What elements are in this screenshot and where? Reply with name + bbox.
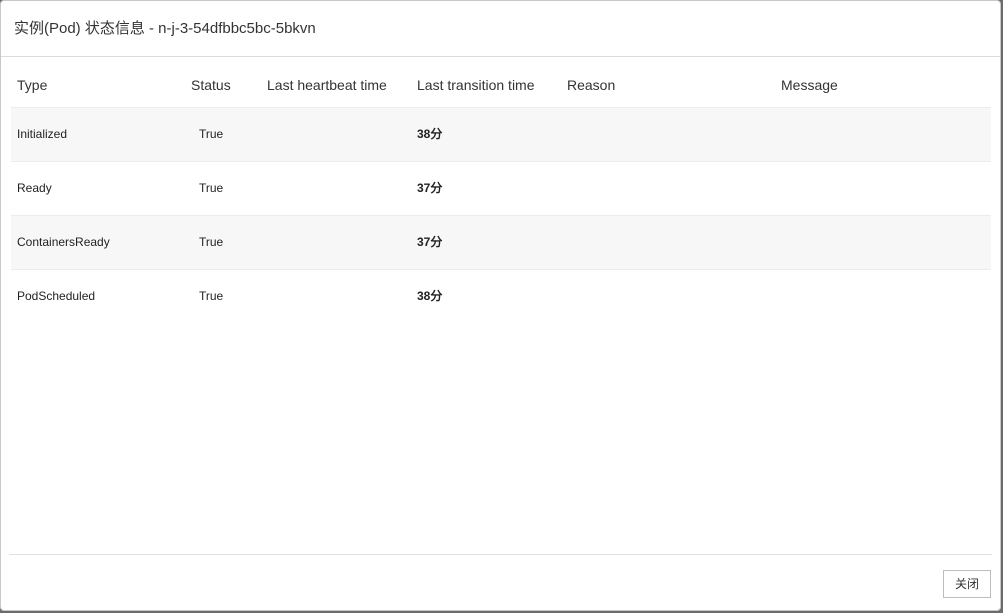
cell-status: True [199, 289, 224, 303]
cell-last-transition: 38分 [417, 289, 443, 303]
cell-type: Initialized [17, 127, 68, 141]
cell-last-transition: 38分 [417, 127, 443, 141]
table-row: PodScheduled True 38分 [11, 270, 991, 323]
dialog-footer: 关闭 [9, 554, 992, 612]
table-row: Ready True 37分 [11, 162, 991, 216]
cell-last-transition: 37分 [417, 235, 443, 249]
conditions-table: Type Status Last heartbeat time Last tra… [11, 57, 991, 323]
table-row: Initialized True 38分 [11, 108, 991, 162]
table-row: ContainersReady True 37分 [11, 216, 991, 270]
column-header-status: Status [191, 77, 231, 93]
close-button[interactable]: 关闭 [943, 570, 991, 598]
cell-last-transition: 37分 [417, 181, 443, 195]
cell-type: Ready [17, 181, 52, 195]
column-header-last-heartbeat: Last heartbeat time [267, 77, 387, 93]
cell-type: ContainersReady [17, 235, 110, 249]
column-header-last-transition: Last transition time [417, 77, 535, 93]
cell-status: True [199, 127, 224, 141]
cell-type: PodScheduled [17, 289, 96, 303]
dialog-title: 实例(Pod) 状态信息 - n-j-3-54dfbbc5bc-5bkvn [14, 20, 316, 37]
cell-status: True [199, 181, 224, 195]
table-header-row: Type Status Last heartbeat time Last tra… [11, 57, 991, 108]
column-header-type: Type [17, 77, 48, 93]
column-header-reason: Reason [567, 77, 616, 93]
dialog-header: 实例(Pod) 状态信息 - n-j-3-54dfbbc5bc-5bkvn [1, 1, 1000, 57]
pod-status-dialog: 实例(Pod) 状态信息 - n-j-3-54dfbbc5bc-5bkvn Ty… [0, 0, 1001, 611]
cell-status: True [199, 235, 224, 249]
column-header-message: Message [781, 77, 838, 93]
